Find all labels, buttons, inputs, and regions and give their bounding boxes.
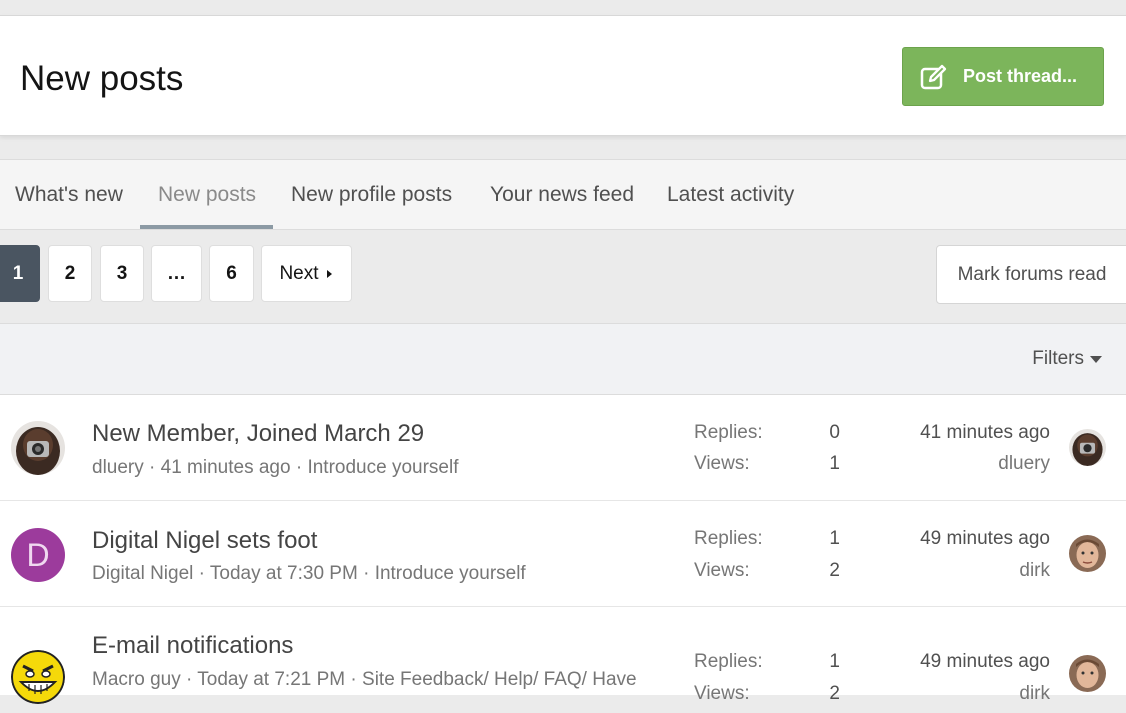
active-tab-indicator bbox=[140, 225, 273, 229]
last-poster-avatar[interactable] bbox=[1069, 429, 1106, 466]
tabs-bar: What's new New posts New profile posts Y… bbox=[0, 159, 1126, 230]
filters-dropdown[interactable]: Filters bbox=[1032, 348, 1102, 370]
thread-meta: Macro guy · Today at 7:21 PM · Site Feed… bbox=[92, 669, 637, 691]
views-label: Views: bbox=[694, 683, 750, 704]
last-poster-avatar[interactable] bbox=[1069, 655, 1106, 692]
views-count: 2 bbox=[829, 683, 840, 704]
thread-author[interactable]: Macro guy bbox=[92, 669, 181, 690]
views-count: 2 bbox=[829, 560, 840, 581]
tab-latest-activity[interactable]: Latest activity bbox=[667, 160, 794, 229]
last-poster[interactable]: dirk bbox=[1019, 560, 1050, 582]
thread-title[interactable]: New Member, Joined March 29 bbox=[92, 420, 424, 448]
replies-label: Replies: bbox=[694, 651, 763, 672]
page-button-2[interactable]: 2 bbox=[48, 245, 92, 302]
tab-new-posts[interactable]: New posts bbox=[158, 160, 256, 229]
last-poster[interactable]: dluery bbox=[998, 453, 1050, 475]
replies-label: Replies: bbox=[694, 422, 763, 443]
letter-avatar[interactable]: D bbox=[11, 528, 65, 582]
meta-separator: · bbox=[295, 457, 308, 478]
thread-list: New Member, Joined March 29 dluery · 41 … bbox=[0, 395, 1126, 704]
tab-your-news-feed[interactable]: Your news feed bbox=[490, 160, 634, 229]
meta-separator: · bbox=[185, 669, 198, 690]
page-button-3[interactable]: 3 bbox=[100, 245, 144, 302]
page-button-6[interactable]: 6 bbox=[209, 245, 254, 302]
page-skip-ellipsis[interactable]: … bbox=[151, 245, 202, 302]
thread-row: New Member, Joined March 29 dluery · 41 … bbox=[0, 395, 1126, 501]
thread-row: E-mail notifications Macro guy · Today a… bbox=[0, 607, 1126, 713]
last-post-time[interactable]: 49 minutes ago bbox=[920, 528, 1050, 550]
next-page-label: Next bbox=[279, 262, 319, 284]
filters-label: Filters bbox=[1032, 348, 1084, 369]
thread-author[interactable]: dluery bbox=[92, 457, 144, 478]
tab-new-profile-posts[interactable]: New profile posts bbox=[291, 160, 452, 229]
post-thread-label: Post thread... bbox=[963, 66, 1078, 86]
replies-count: 0 bbox=[829, 422, 840, 443]
filter-bar: Filters bbox=[0, 323, 1126, 395]
thread-forum[interactable]: Introduce yourself bbox=[375, 563, 526, 584]
thread-start-time[interactable]: 41 minutes ago bbox=[161, 457, 291, 478]
meta-separator: · bbox=[363, 563, 375, 584]
mark-forums-read-button[interactable]: Mark forums read bbox=[936, 245, 1126, 304]
thread-forum[interactable]: Site Feedback/ Help/ FAQ/ Have bbox=[362, 669, 637, 690]
last-post-time[interactable]: 49 minutes ago bbox=[920, 651, 1050, 673]
thread-row: D Digital Nigel sets foot Digital Nigel … bbox=[0, 501, 1126, 607]
grin-smiley-avatar[interactable] bbox=[11, 650, 65, 704]
last-poster[interactable]: dirk bbox=[1019, 683, 1050, 705]
thread-meta: dluery · 41 minutes ago · Introduce your… bbox=[92, 457, 458, 479]
views-count: 1 bbox=[829, 453, 840, 474]
replies-label: Replies: bbox=[694, 528, 763, 549]
views-label: Views: bbox=[694, 560, 750, 581]
meta-separator: · bbox=[149, 457, 161, 478]
last-post-time[interactable]: 41 minutes ago bbox=[920, 422, 1050, 444]
thread-start-time[interactable]: Today at 7:30 PM bbox=[210, 563, 358, 584]
thread-meta: Digital Nigel · Today at 7:30 PM · Intro… bbox=[92, 563, 526, 585]
thread-author[interactable]: Digital Nigel bbox=[92, 563, 193, 584]
camera-photo-avatar[interactable] bbox=[11, 421, 65, 475]
thread-start-time[interactable]: Today at 7:21 PM bbox=[197, 669, 345, 690]
edit-icon bbox=[920, 64, 947, 89]
page-title: New posts bbox=[20, 59, 184, 98]
replies-count: 1 bbox=[829, 651, 840, 672]
thread-title[interactable]: E-mail notifications bbox=[92, 632, 293, 660]
views-label: Views: bbox=[694, 453, 750, 474]
thread-title[interactable]: Digital Nigel sets foot bbox=[92, 527, 317, 555]
meta-separator: · bbox=[198, 563, 210, 584]
caret-down-icon bbox=[1090, 355, 1102, 363]
next-page-button[interactable]: Next bbox=[261, 245, 352, 302]
tab-whats-new[interactable]: What's new bbox=[15, 160, 123, 229]
thread-forum[interactable]: Introduce yourself bbox=[307, 457, 458, 478]
page-header: New posts Post thread... bbox=[0, 15, 1126, 136]
caret-right-icon bbox=[326, 269, 332, 278]
replies-count: 1 bbox=[829, 528, 840, 549]
post-thread-button[interactable]: Post thread... bbox=[902, 47, 1104, 106]
page-button-1[interactable]: 1 bbox=[0, 245, 40, 302]
meta-separator: · bbox=[350, 669, 363, 690]
last-poster-avatar[interactable] bbox=[1069, 535, 1106, 572]
